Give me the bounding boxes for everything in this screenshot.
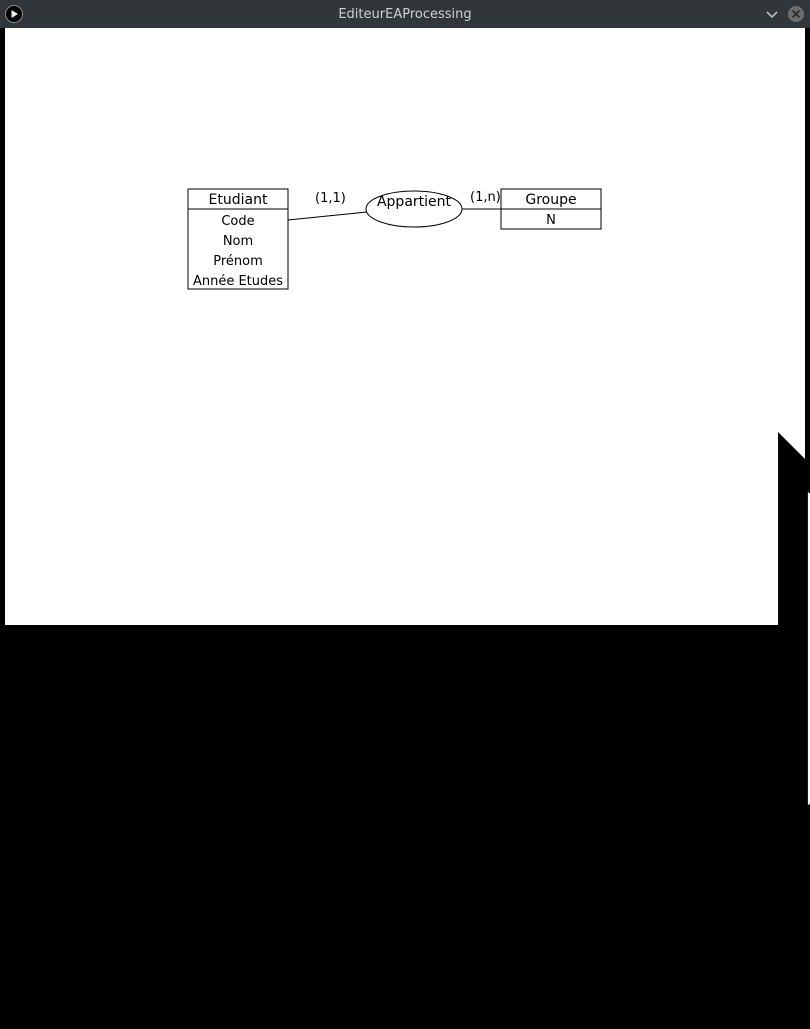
play-icon xyxy=(5,5,23,23)
entity-etudiant[interactable]: Etudiant Code Nom Prénom Année Etudes xyxy=(188,189,288,289)
relation-appartient[interactable]: Appartient xyxy=(366,191,462,227)
link-etudiant-appartient xyxy=(288,212,367,220)
chevron-down-icon xyxy=(764,6,780,22)
minimize-button[interactable] xyxy=(762,4,782,24)
entity-name: Etudiant xyxy=(209,192,268,208)
close-icon xyxy=(787,5,805,23)
close-button[interactable] xyxy=(786,4,806,24)
entity-attribute: Année Etudes xyxy=(193,274,283,289)
titlebar: EditeurEAProcessing xyxy=(0,0,810,28)
entity-attribute: Nom xyxy=(223,234,253,249)
entity-attribute: Prénom xyxy=(213,254,263,269)
entity-groupe[interactable]: Groupe N xyxy=(501,189,601,229)
play-button[interactable] xyxy=(4,4,24,24)
entity-attribute: N xyxy=(546,213,556,228)
cardinality-label: (1,1) xyxy=(315,191,346,206)
relation-name: Appartient xyxy=(377,194,452,210)
entity-attribute: Code xyxy=(221,214,254,229)
entity-name: Groupe xyxy=(525,192,576,208)
diagram-canvas[interactable]: (1,1) (1,n) Appartient Etudiant Code Nom… xyxy=(5,28,805,625)
cardinality-label: (1,n) xyxy=(470,190,501,205)
window-title: EditeurEAProcessing xyxy=(0,7,810,22)
